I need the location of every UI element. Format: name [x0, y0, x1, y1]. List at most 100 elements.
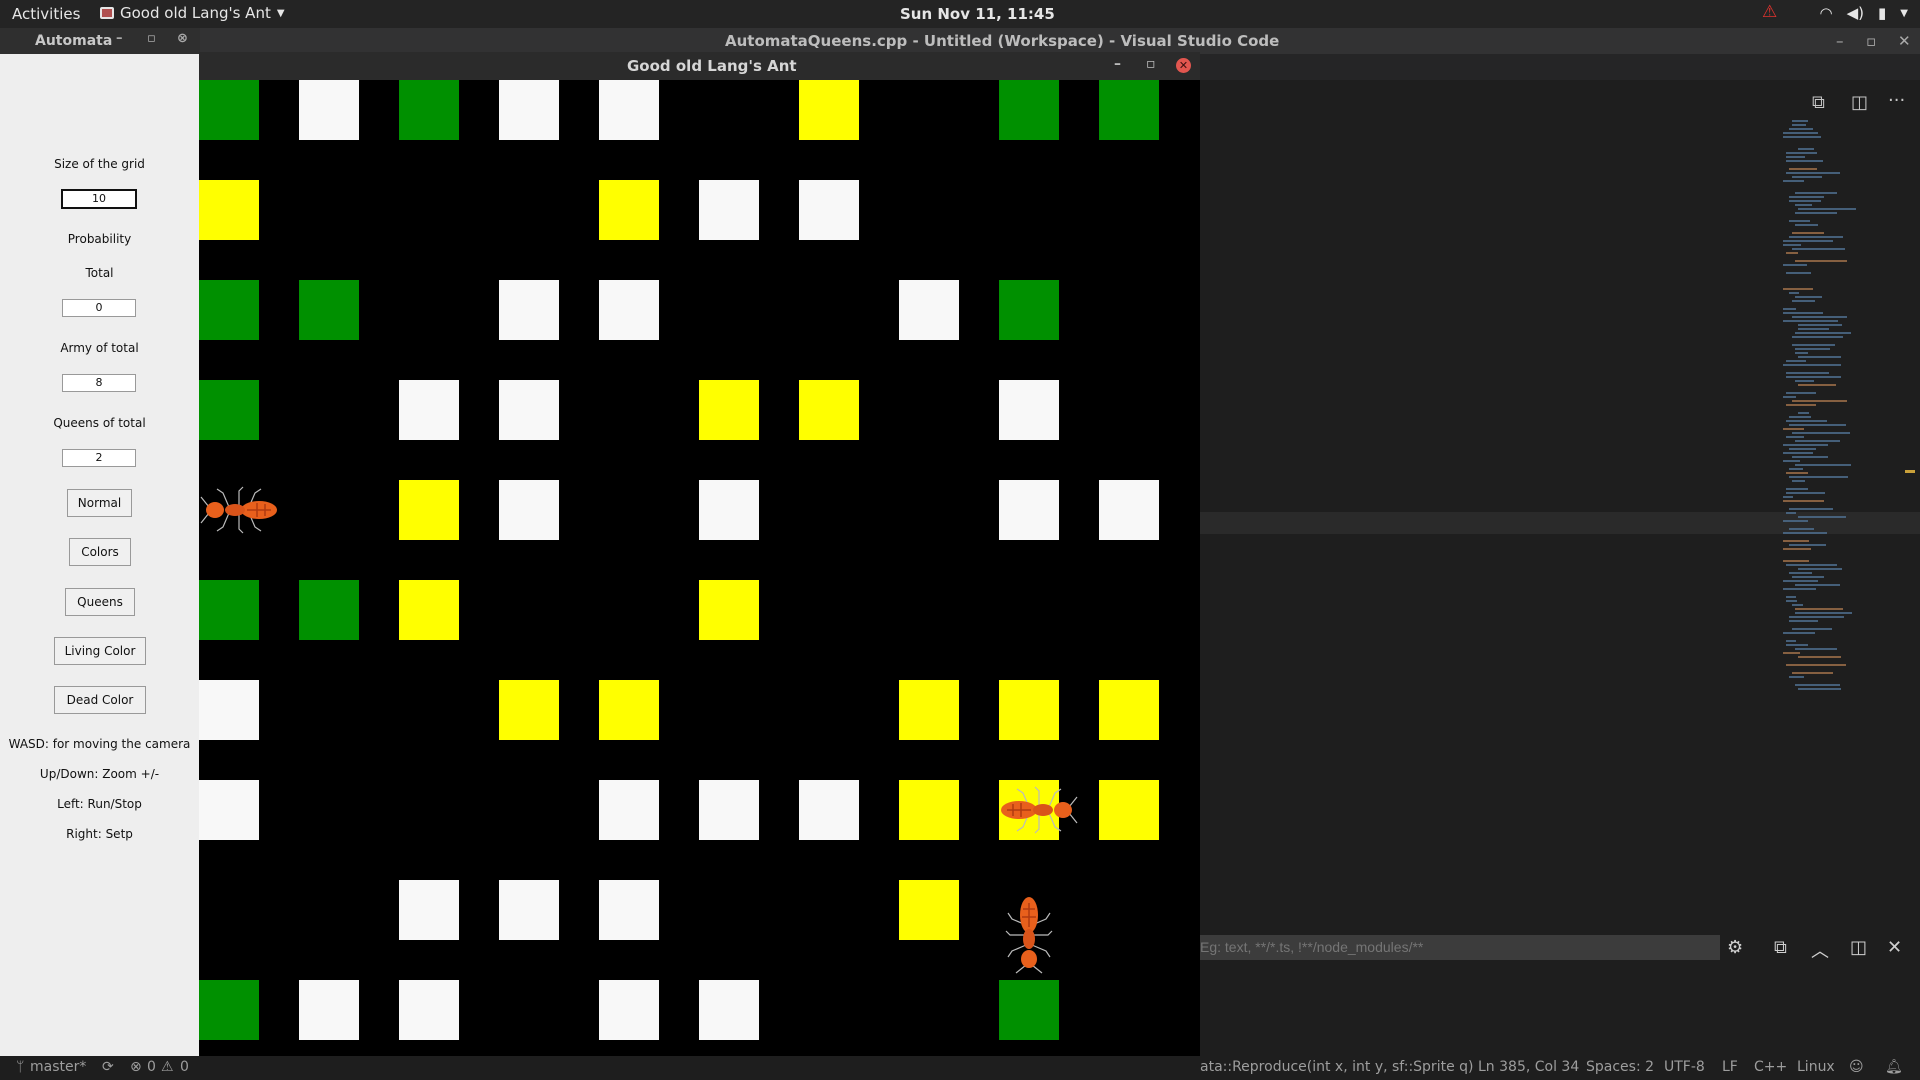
minimap-line: [1795, 352, 1808, 354]
grid-cell: [699, 380, 759, 440]
minimap-line: [1792, 300, 1816, 302]
minimize-icon[interactable]: –: [116, 31, 123, 46]
clock[interactable]: Sun Nov 11, 11:45: [900, 5, 1055, 23]
minimap-line: [1795, 224, 1819, 226]
close-icon[interactable]: ✕: [1898, 28, 1911, 54]
grid-cell: [499, 280, 559, 340]
close-icon[interactable]: ✕: [1176, 58, 1191, 73]
minimap[interactable]: [1783, 120, 1863, 700]
minimap-line: [1786, 372, 1829, 374]
open-changes-icon[interactable]: ⧉: [1812, 92, 1825, 113]
minimap-line: [1789, 292, 1800, 294]
warning-icon-status: ⚠: [161, 1059, 174, 1075]
total-input[interactable]: 0: [62, 299, 136, 317]
grid-cell: [199, 580, 259, 640]
grid-cell: [599, 180, 659, 240]
minimap-line: [1786, 392, 1817, 394]
grid-cell: [699, 580, 759, 640]
grid-cell: [999, 980, 1059, 1040]
normal-button[interactable]: Normal: [67, 489, 132, 517]
dead-color-button[interactable]: Dead Color: [54, 686, 146, 714]
minimap-line: [1798, 208, 1857, 210]
minimize-icon[interactable]: –: [1836, 28, 1844, 54]
minimap-line: [1795, 192, 1838, 194]
minimap-line: [1783, 444, 1829, 446]
minimize-icon[interactable]: –: [1114, 56, 1121, 72]
warning-count[interactable]: 0: [180, 1059, 189, 1075]
collapse-all-icon[interactable]: ⧉: [1774, 937, 1787, 958]
minimap-line: [1783, 132, 1818, 134]
close-panel-icon[interactable]: ✕: [1887, 937, 1902, 958]
app-menu[interactable]: Good old Lang's Ant ▼: [100, 4, 285, 22]
language-mode[interactable]: C++: [1754, 1059, 1787, 1075]
minimap-line: [1783, 460, 1801, 462]
grid-cell: [999, 480, 1059, 540]
encoding[interactable]: UTF-8: [1664, 1059, 1705, 1075]
minimap-line: [1786, 272, 1811, 274]
wifi-icon: ◠: [1819, 4, 1833, 22]
grid-cell: [999, 680, 1059, 740]
queens-input[interactable]: 2: [62, 449, 136, 467]
automata-control-panel: Size of the grid 10 Probability Total 0 …: [0, 54, 200, 1056]
minimap-line: [1792, 316, 1848, 318]
minimap-line: [1786, 564, 1837, 566]
problems-filter-input[interactable]: [1200, 935, 1720, 960]
minimap-line: [1783, 532, 1828, 534]
minimap-line: [1783, 500, 1824, 502]
minimap-line: [1786, 596, 1796, 598]
more-actions-icon[interactable]: ···: [1888, 90, 1905, 111]
close-icon[interactable]: ⊗: [177, 31, 188, 46]
minimap-line: [1786, 436, 1804, 438]
maximize-icon[interactable]: ▫: [1866, 28, 1876, 54]
minimap-line: [1783, 652, 1800, 654]
feedback-icon[interactable]: ☺: [1849, 1059, 1864, 1075]
minimap-line: [1786, 600, 1798, 602]
grid-cell: [1099, 680, 1159, 740]
minimap-line: [1789, 620, 1819, 622]
grid-size-input[interactable]: 10: [61, 189, 137, 209]
git-branch[interactable]: master*: [30, 1059, 86, 1075]
filter-settings-icon[interactable]: ⚙: [1727, 937, 1743, 958]
minimap-line: [1786, 376, 1842, 378]
minimap-line: [1792, 576, 1824, 578]
ant-simulation-board[interactable]: [199, 80, 1200, 1056]
minimap-line: [1789, 220, 1810, 222]
notifications-icon[interactable]: 🔔︎: [1885, 1059, 1903, 1075]
minimap-line: [1795, 440, 1841, 442]
platform[interactable]: Linux: [1797, 1059, 1835, 1075]
grid-cell: [799, 180, 859, 240]
minimap-line: [1783, 428, 1804, 430]
queens-button[interactable]: Queens: [65, 588, 135, 616]
breadcrumb-symbol[interactable]: ata::Reproduce(int x, int y, sf::Sprite …: [1200, 1059, 1473, 1075]
end-of-line[interactable]: LF: [1722, 1059, 1738, 1075]
minimap-line: [1783, 580, 1818, 582]
army-input[interactable]: 8: [62, 374, 136, 392]
system-tray[interactable]: ◠ ◀) ▮ ▼: [1820, 4, 1908, 22]
minimap-line: [1789, 676, 1804, 678]
maximize-icon[interactable]: ▫: [147, 31, 156, 46]
grid-cell: [499, 380, 559, 440]
error-icon: ⊗: [130, 1059, 142, 1075]
minimap-line: [1789, 200, 1821, 202]
cursor-position[interactable]: Ln 385, Col 34: [1478, 1059, 1579, 1075]
living-color-button[interactable]: Living Color: [54, 637, 146, 665]
toggle-panel-icon[interactable]: ◫: [1850, 937, 1867, 958]
minimap-line: [1789, 468, 1804, 470]
minimap-line: [1792, 344, 1835, 346]
minimap-line: [1783, 136, 1822, 138]
minimap-line: [1798, 568, 1842, 570]
warning-icon[interactable]: ⚠: [1762, 2, 1777, 22]
minimap-line: [1795, 464, 1852, 466]
ant-sprite: [1001, 786, 1078, 834]
activities-button[interactable]: Activities: [12, 5, 80, 23]
indentation[interactable]: Spaces: 2: [1586, 1059, 1654, 1075]
automata-window-title: Automata: [35, 33, 113, 49]
maximize-icon[interactable]: ▫: [1146, 56, 1156, 72]
sync-icon[interactable]: ⟳: [102, 1059, 114, 1075]
minimap-line: [1783, 180, 1805, 182]
colors-button[interactable]: Colors: [69, 538, 131, 566]
grid-cell: [599, 780, 659, 840]
error-count[interactable]: 0: [147, 1059, 156, 1075]
split-editor-icon[interactable]: ◫: [1851, 92, 1868, 113]
chevron-up-icon[interactable]: ︿: [1811, 937, 1829, 963]
